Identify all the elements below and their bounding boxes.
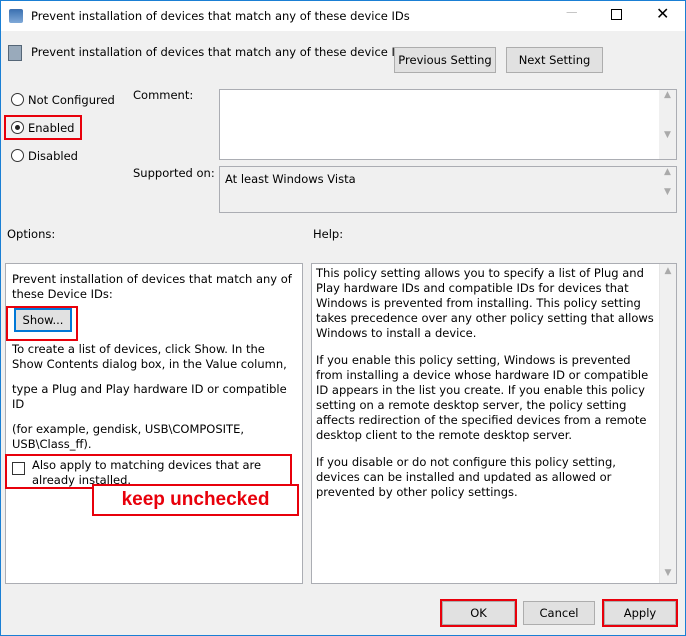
- policy-icon: [9, 9, 23, 23]
- help-scrollbar[interactable]: ▲ ▼: [659, 264, 676, 583]
- radio-label[interactable]: Disabled: [28, 149, 78, 163]
- scrollbar[interactable]: ▲ ▼: [659, 167, 676, 212]
- annotation-text: keep unchecked: [121, 489, 270, 510]
- highlight-ok: [440, 599, 517, 627]
- options-intro: Prevent installation of devices that mat…: [12, 272, 292, 301]
- options-text-2: type a Plug and Play hardware ID or comp…: [12, 382, 287, 411]
- help-paragraph: If you enable this policy setting, Windo…: [316, 353, 649, 442]
- help-paragraph: This policy setting allows you to specif…: [316, 266, 654, 340]
- annotation-keep-unchecked: keep unchecked: [92, 484, 299, 516]
- highlight-enabled: [4, 115, 82, 140]
- cancel-button[interactable]: Cancel: [523, 601, 595, 625]
- options-label: Options:: [7, 227, 56, 241]
- highlight-apply: [602, 599, 678, 627]
- comment-input[interactable]: ▲ ▼: [219, 89, 677, 160]
- supported-value: At least Windows Vista: [225, 172, 356, 186]
- supported-box: At least Windows Vista ▲ ▼: [219, 166, 677, 213]
- scrollbar[interactable]: ▲ ▼: [659, 90, 676, 159]
- comment-label: Comment:: [133, 88, 194, 102]
- next-setting-button[interactable]: Next Setting: [506, 47, 603, 73]
- minimize-icon[interactable]: —: [566, 5, 578, 19]
- help-paragraph: If you disable or do not configure this …: [316, 455, 616, 499]
- setting-icon: [8, 45, 22, 61]
- window-title: Prevent installation of devices that mat…: [31, 9, 410, 23]
- close-icon[interactable]: ✕: [656, 4, 669, 23]
- help-label: Help:: [313, 227, 344, 241]
- maximize-icon[interactable]: [611, 9, 622, 20]
- radio-not-configured[interactable]: [11, 93, 24, 106]
- radio-disabled[interactable]: [11, 149, 24, 162]
- help-panel: This policy setting allows you to specif…: [311, 263, 677, 584]
- policy-dialog: Prevent installation of devices that mat…: [0, 0, 686, 636]
- highlight-show: [6, 306, 78, 341]
- title-bar: Prevent installation of devices that mat…: [1, 1, 685, 31]
- supported-label: Supported on:: [133, 166, 215, 180]
- options-text-1: To create a list of devices, click Show.…: [12, 342, 287, 371]
- setting-title: Prevent installation of devices that mat…: [31, 45, 410, 59]
- previous-setting-button[interactable]: Previous Setting: [394, 47, 496, 73]
- radio-label[interactable]: Not Configured: [28, 93, 115, 107]
- options-text-3: (for example, gendisk, USB\COMPOSITE, US…: [12, 422, 244, 451]
